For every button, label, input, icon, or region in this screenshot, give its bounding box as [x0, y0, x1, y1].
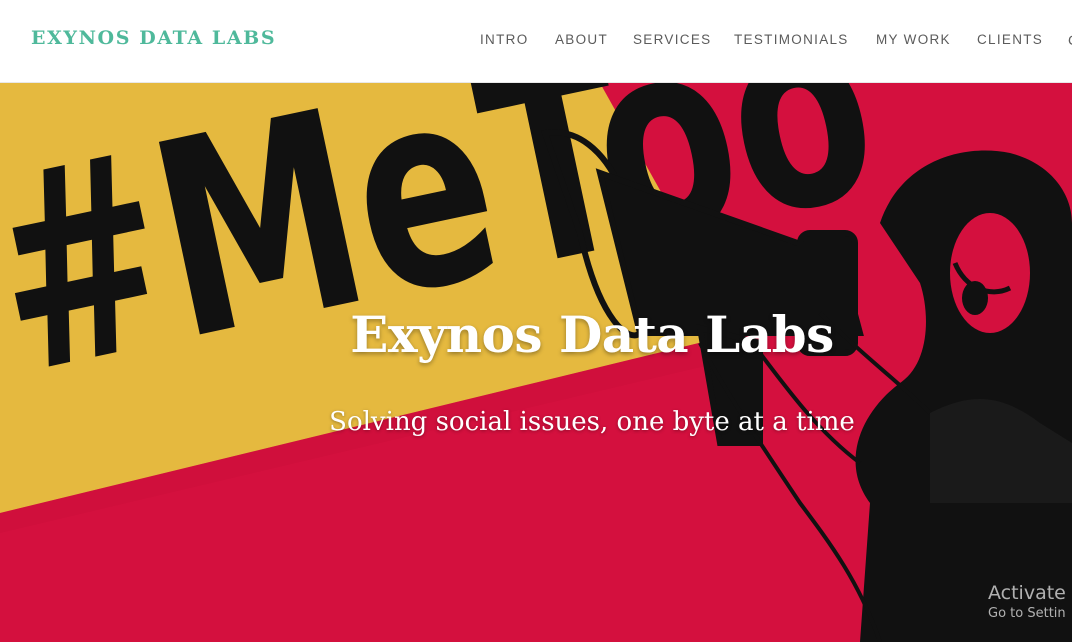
- hero-title: Exynos Data Labs: [350, 304, 834, 364]
- windows-activation-watermark: Activate W Go to Settin: [988, 582, 1072, 621]
- site-header: EXYNOS DATA LABS INTRO ABOUT SERVICES TE…: [0, 0, 1072, 83]
- watermark-line-1: Activate W: [988, 582, 1072, 604]
- nav-clients[interactable]: CLIENTS: [977, 32, 1043, 47]
- main-nav: INTRO ABOUT SERVICES TESTIMONIALS MY WOR…: [0, 32, 1072, 52]
- nav-about[interactable]: ABOUT: [555, 32, 608, 47]
- watermark-line-2: Go to Settin: [988, 606, 1066, 621]
- hero-banner: #MeToo Exynos Data Labs Solving social i…: [0, 83, 1072, 642]
- nav-next-item-partial[interactable]: C: [1068, 32, 1072, 48]
- woman-silhouette: [855, 150, 1072, 642]
- nav-testimonials[interactable]: TESTIMONIALS: [734, 32, 849, 47]
- nav-my-work[interactable]: MY WORK: [876, 32, 951, 47]
- hero-subtitle: Solving social issues, one byte at a tim…: [329, 407, 855, 437]
- nav-services[interactable]: SERVICES: [633, 32, 711, 47]
- nav-intro[interactable]: INTRO: [480, 32, 529, 47]
